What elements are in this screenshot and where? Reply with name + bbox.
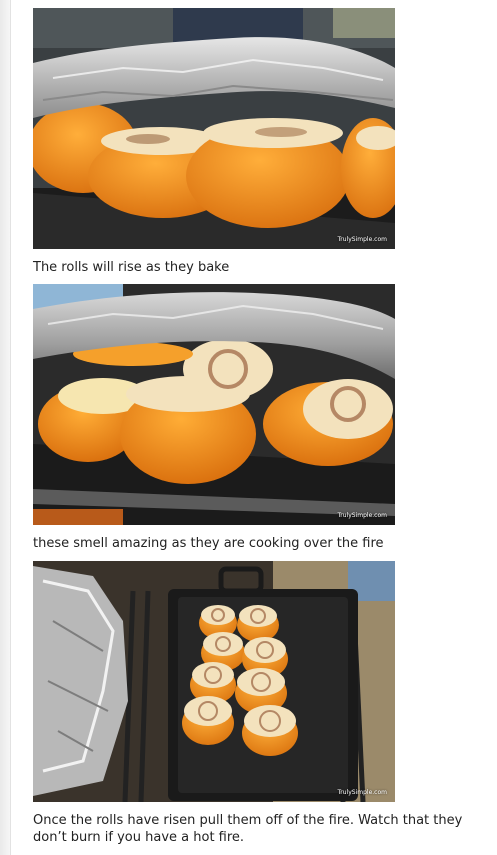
caption-rolls-rise: The rolls will rise as they bake: [33, 260, 230, 275]
page-left-edge: [0, 0, 11, 855]
photo-rolls-rising: TrulySimple.com: [33, 8, 395, 249]
caption-smell-amazing: these smell amazing as they are cooking …: [33, 536, 384, 551]
photo-watermark: TrulySimple.com: [337, 789, 387, 796]
photo-rolls-griddle: TrulySimple.com: [33, 561, 395, 802]
photo-watermark: TrulySimple.com: [337, 236, 387, 243]
caption-pull-off-fire: Once the rolls have risen pull them off …: [33, 813, 463, 845]
photo-rolls-cooking-image: [33, 284, 395, 525]
photo-rolls-rising-image: [33, 8, 395, 249]
photo-rolls-griddle-image: [33, 561, 395, 802]
photo-watermark: TrulySimple.com: [337, 512, 387, 519]
photo-rolls-cooking: TrulySimple.com: [33, 284, 395, 525]
